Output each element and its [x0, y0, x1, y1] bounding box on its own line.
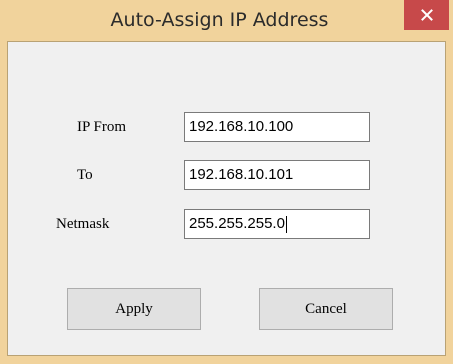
- ip-from-input[interactable]: 192.168.10.100: [184, 112, 370, 142]
- cancel-button[interactable]: Cancel: [259, 288, 393, 330]
- text-caret: [285, 215, 287, 233]
- to-input[interactable]: 192.168.10.101: [184, 160, 370, 190]
- to-label: To: [77, 167, 93, 183]
- to-value: 192.168.10.101: [189, 166, 294, 183]
- ip-from-value: 192.168.10.100: [189, 118, 294, 135]
- dialog-window: Auto-Assign IP Address IP From 192.168.1…: [0, 0, 453, 364]
- dialog-content: IP From 192.168.10.100 To 192.168.10.101…: [7, 41, 446, 356]
- title-bar[interactable]: Auto-Assign IP Address: [0, 0, 453, 40]
- ip-from-label: IP From: [77, 119, 127, 135]
- netmask-input[interactable]: 255.255.255.0: [184, 209, 370, 239]
- netmask-label: Netmask: [56, 216, 110, 232]
- apply-button[interactable]: Apply: [67, 288, 201, 330]
- window-title: Auto-Assign IP Address: [110, 9, 329, 31]
- netmask-value: 255.255.255.0: [189, 215, 285, 232]
- close-icon: [420, 9, 433, 21]
- close-button[interactable]: [404, 0, 449, 30]
